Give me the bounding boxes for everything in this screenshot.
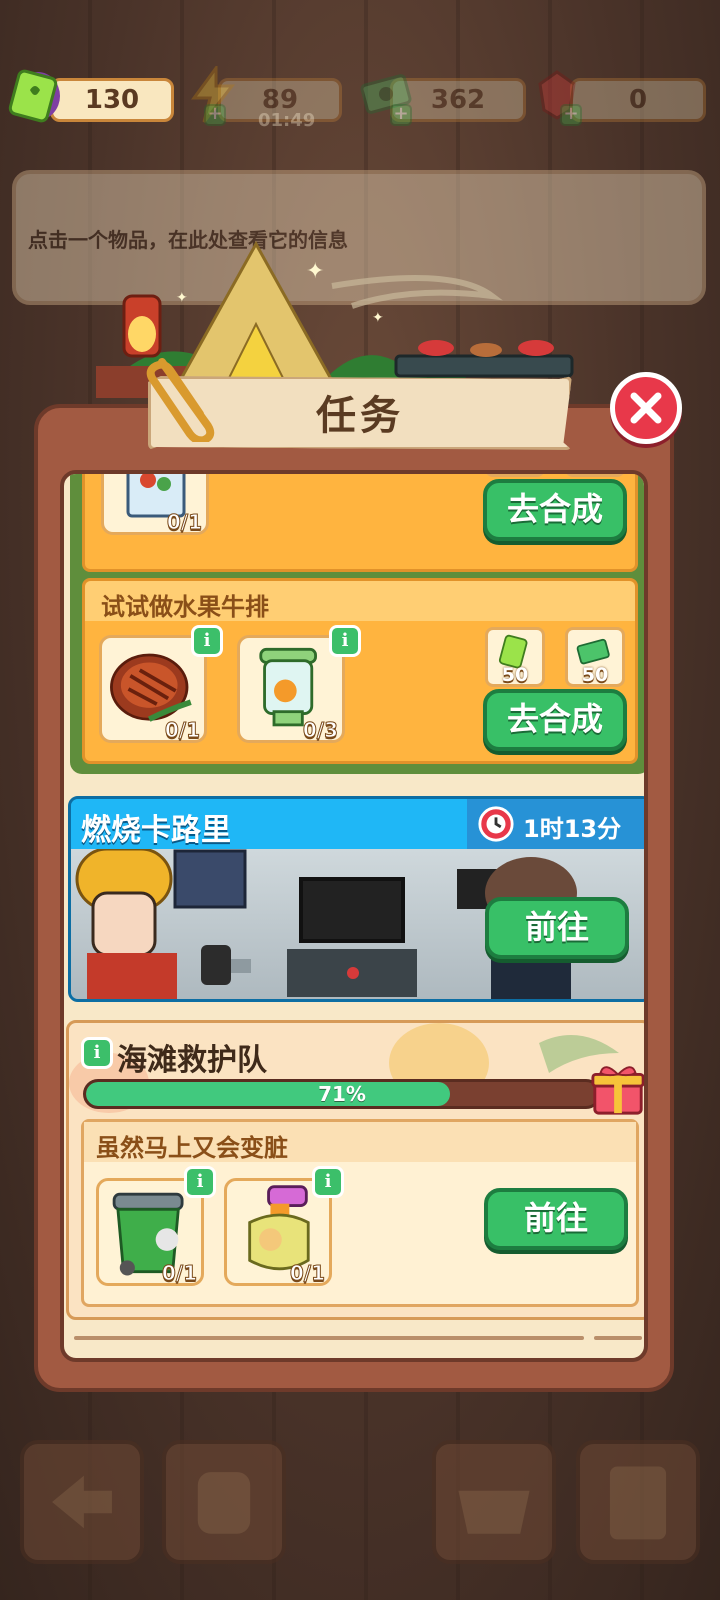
item-count: 0/1 — [161, 1261, 197, 1286]
close-button[interactable] — [610, 372, 682, 444]
clipboard-icon — [609, 1466, 667, 1540]
shop-basket-button[interactable] — [432, 1440, 556, 1564]
go-button[interactable]: 前往 — [484, 1188, 628, 1250]
subtask-title: 虽然马上又会变脏 — [96, 1134, 288, 1162]
reward-cash: 50 — [565, 474, 625, 477]
item-count: 0/3 — [302, 718, 338, 743]
energy-plus-icon[interactable]: + — [204, 104, 226, 126]
ticket-icon — [8, 69, 60, 123]
close-icon — [630, 392, 662, 424]
svg-text:✦: ✦ — [306, 259, 324, 284]
task-header: 燃烧卡路里 1时13分 — [71, 799, 644, 849]
reward-tickets: 50 — [485, 474, 545, 477]
backpack-icon — [197, 1472, 251, 1534]
reward-cash: 50 — [565, 627, 625, 687]
back-arrow-icon — [52, 1475, 112, 1529]
energy-timer: 01:49 — [258, 110, 316, 131]
svg-text:✦: ✦ — [176, 290, 188, 306]
task-board-button[interactable] — [576, 1440, 700, 1564]
gem-plus-icon[interactable]: + — [560, 104, 582, 126]
item-count: 0/1 — [289, 1261, 325, 1286]
backpack-button[interactable] — [162, 1440, 286, 1564]
ticket-counter[interactable]: 130 — [50, 78, 174, 122]
beach-progress-bar: 71% — [83, 1079, 601, 1109]
gift-icon[interactable] — [589, 1059, 647, 1117]
task-card-beach-rescue: i 海滩救护队 71% 虽然马上又会变脏 0/1 i 0/1 i 前往 — [66, 1020, 647, 1320]
task-title: 试试做水果牛排 — [101, 593, 269, 621]
task-item-slot[interactable]: 0/1 — [101, 474, 209, 535]
info-icon[interactable]: i — [184, 1166, 216, 1198]
task-card-burn-calories: 燃烧卡路里 1时13分 前往 — [68, 796, 644, 1002]
go-merge-button[interactable]: 去合成 — [483, 689, 627, 751]
cash-plus-icon[interactable]: + — [390, 104, 412, 126]
task-timer: 1时13分 — [467, 799, 644, 849]
task-card-merge-1: 0/1 50 50 去合成 — [82, 474, 638, 572]
merge-task-group: 0/1 50 50 去合成 试试做水果牛排 — [70, 474, 644, 774]
info-icon[interactable]: i — [329, 625, 361, 657]
currency-bar: 130 89 01:49 + 362 + 0 + — [8, 66, 710, 131]
task-header: 试试做水果牛排 — [85, 581, 635, 621]
go-merge-button[interactable]: 去合成 — [483, 479, 627, 541]
gem-counter[interactable]: 0 — [570, 78, 706, 122]
task-list[interactable]: 0/1 50 50 去合成 试试做水果牛排 — [60, 470, 648, 1362]
back-button[interactable] — [20, 1440, 144, 1564]
subtask-dirty-again: 虽然马上又会变脏 0/1 i 0/1 i 前往 — [81, 1119, 639, 1307]
clock-icon — [478, 806, 514, 842]
svg-text:✦: ✦ — [372, 310, 384, 326]
paperclip-icon — [146, 358, 215, 442]
timer-text: 1时13分 — [523, 815, 622, 843]
scroll-thumb[interactable] — [594, 1336, 642, 1340]
progress-label: 71% — [318, 1082, 366, 1106]
subtask-header: 虽然马上又会变脏 — [84, 1122, 636, 1162]
task-title: 燃烧卡路里 — [81, 813, 231, 848]
basket-icon — [458, 1490, 530, 1534]
item-count: 0/1 — [166, 510, 202, 535]
reward-tickets: 50 — [485, 627, 545, 687]
item-count: 0/1 — [164, 718, 200, 743]
task-card-fruit-steak: 试试做水果牛排 0/1 i 0/3 i 50 50 去合成 — [82, 578, 638, 764]
cash-value: 362 — [430, 85, 486, 115]
info-icon[interactable]: i — [81, 1037, 113, 1069]
info-icon[interactable]: i — [312, 1166, 344, 1198]
go-button[interactable]: 前往 — [485, 897, 629, 959]
task-modal: 0/1 50 50 去合成 试试做水果牛排 — [34, 404, 674, 1392]
ticket-value: 130 — [84, 85, 140, 115]
scroll-track — [74, 1336, 584, 1340]
task-title: 海滩救护队 — [117, 1043, 267, 1078]
info-icon[interactable]: i — [191, 625, 223, 657]
gem-value: 0 — [628, 85, 648, 115]
